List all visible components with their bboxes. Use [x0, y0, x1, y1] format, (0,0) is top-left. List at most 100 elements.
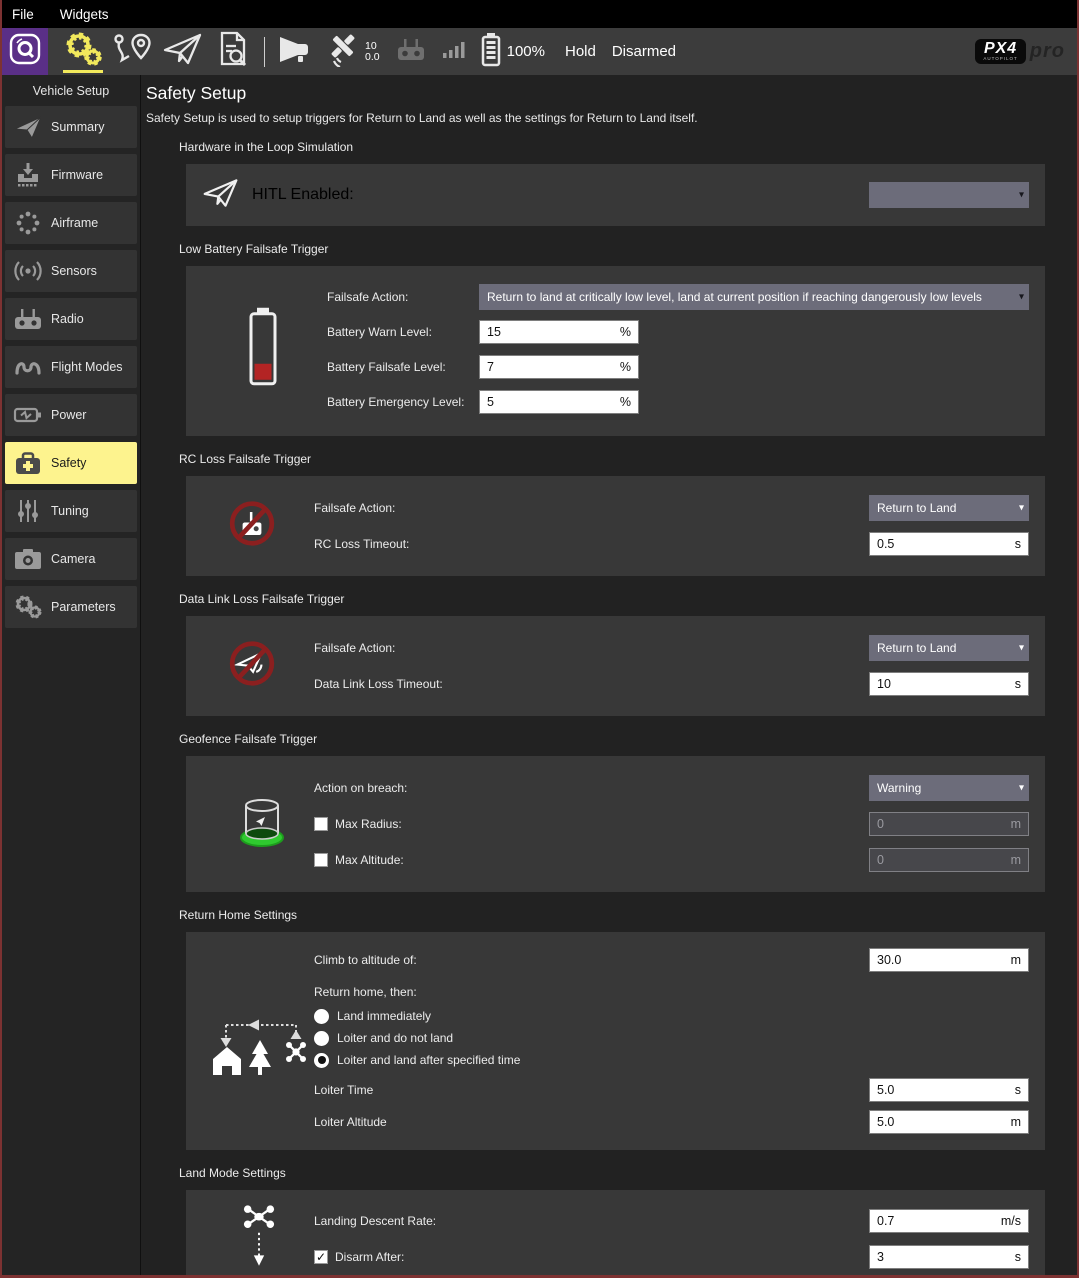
flight-mode-indicator[interactable]: Hold: [565, 43, 596, 60]
chevron-down-icon: ▾: [1019, 292, 1024, 303]
max-altitude-input[interactable]: 0 m: [869, 848, 1029, 872]
section-label-hitl: Hardware in the Loop Simulation: [179, 140, 1077, 154]
summary-plane-icon: [5, 113, 51, 141]
chevron-down-icon: ▾: [1019, 190, 1024, 201]
px4-pro-text: pro: [1030, 40, 1065, 63]
rc-rssi-indicator[interactable]: [394, 34, 428, 69]
camera-icon: [5, 546, 51, 572]
sidebar-title: Vehicle Setup: [2, 75, 140, 106]
radio-loiter-no-land[interactable]: Loiter and do not land: [314, 1027, 1029, 1049]
datalink-timeout-input[interactable]: 10 s: [869, 672, 1029, 696]
sidebar-item-power[interactable]: Power: [5, 394, 137, 436]
toolbar-separator: [264, 37, 265, 67]
battery-failsafe-box: Failsafe Action: Return to land at criti…: [186, 266, 1045, 436]
battery-failsafe-label: Battery Failsafe Level:: [327, 360, 479, 374]
arm-state-indicator[interactable]: Disarmed: [612, 43, 676, 60]
loiter-altitude-label: Loiter Altitude: [314, 1115, 387, 1129]
loiter-time-input[interactable]: 5.0 s: [869, 1078, 1029, 1102]
rc-action-row: Failsafe Action: Return to Land ▾: [314, 490, 1029, 526]
hitl-section-box: HITL Enabled: ▾: [186, 164, 1045, 226]
gps-satellite-count: 10: [365, 41, 380, 52]
hitl-enabled-label: HITL Enabled:: [252, 186, 354, 204]
loiter-altitude-input[interactable]: 5.0 m: [869, 1110, 1029, 1134]
disarm-after-input[interactable]: 3 s: [869, 1245, 1029, 1269]
hitl-enabled-dropdown[interactable]: ▾: [869, 182, 1029, 208]
battery-indicator[interactable]: 100%: [480, 31, 545, 72]
section-label-geofence: Geofence Failsafe Trigger: [179, 732, 1077, 746]
section-label-rc-loss: RC Loss Failsafe Trigger: [179, 452, 1077, 466]
rc-timeout-input[interactable]: 0.5 s: [869, 532, 1029, 556]
sidebar-item-flight-modes[interactable]: Flight Modes: [5, 346, 137, 388]
rc-action-dropdown[interactable]: Return to Land ▾: [869, 495, 1029, 521]
climb-altitude-input[interactable]: 30.0 m: [869, 948, 1029, 972]
datalink-loss-box: Failsafe Action: Return to Land ▾ Data L…: [186, 616, 1045, 716]
geofence-box: Action on breach: Warning ▾ Max Radius: …: [186, 756, 1045, 892]
hitl-plane-icon: [202, 176, 240, 215]
section-label-return-home: Return Home Settings: [179, 908, 1077, 922]
section-label-datalink-loss: Data Link Loss Failsafe Trigger: [179, 592, 1077, 606]
plan-view-button[interactable]: [108, 28, 158, 75]
sidebar-item-tuning[interactable]: Tuning: [5, 490, 137, 532]
telemetry-rssi-indicator[interactable]: [442, 38, 466, 65]
menu-file[interactable]: File: [12, 7, 34, 22]
rc-transmitter-icon: [394, 34, 428, 69]
battery-emergency-row: Battery Emergency Level: 5 %: [327, 386, 1029, 418]
signal-bars-icon: [442, 38, 466, 65]
analyze-view-button[interactable]: [208, 28, 258, 75]
datalink-action-label: Failsafe Action:: [314, 641, 395, 655]
sidebar-item-camera[interactable]: Camera: [5, 538, 137, 580]
chevron-down-icon: ▾: [1019, 783, 1024, 794]
sidebar-item-parameters[interactable]: Parameters: [5, 586, 137, 628]
radio-loiter-land-after-time[interactable]: Loiter and land after specified time: [314, 1049, 1029, 1071]
sidebar-item-sensors[interactable]: Sensors: [5, 250, 137, 292]
disarm-after-checkbox[interactable]: [314, 1250, 328, 1264]
battery-warn-input[interactable]: 15 %: [479, 320, 639, 344]
descent-rate-input[interactable]: 0.7 m/s: [869, 1209, 1029, 1233]
geofence-breach-label: Action on breach:: [314, 781, 407, 795]
landing-drone-icon: [238, 1204, 280, 1275]
px4-logo-subtext: autopilot: [983, 56, 1017, 61]
datalink-action-dropdown[interactable]: Return to Land ▾: [869, 635, 1029, 661]
sidebar-item-summary[interactable]: Summary: [5, 106, 137, 148]
return-home-then-row: Return home, then:: [314, 979, 1029, 1005]
section-label-battery: Low Battery Failsafe Trigger: [179, 242, 1077, 256]
descent-rate-row: Landing Descent Rate: 0.7 m/s: [314, 1203, 1029, 1239]
battery-warn-label: Battery Warn Level:: [327, 325, 479, 339]
sidebar-item-safety[interactable]: Safety: [5, 442, 137, 484]
sidebar-item-firmware[interactable]: Firmware: [5, 154, 137, 196]
sensors-signal-icon: [5, 257, 51, 285]
megaphone-icon: [277, 34, 311, 69]
sidebar-item-radio[interactable]: Radio: [5, 298, 137, 340]
geofence-breach-dropdown[interactable]: Warning ▾: [869, 775, 1029, 801]
battery-emergency-input[interactable]: 5 %: [479, 390, 639, 414]
battery-action-dropdown[interactable]: Return to land at critically low level, …: [479, 284, 1029, 310]
climb-altitude-row: Climb to altitude of: 30.0 m: [314, 947, 1029, 973]
loiter-time-label: Loiter Time: [314, 1083, 373, 1097]
max-radius-checkbox[interactable]: [314, 817, 328, 831]
return-home-icon: [208, 1014, 312, 1083]
rc-action-label: Failsafe Action:: [314, 501, 395, 515]
radio-land-immediately[interactable]: Land immediately: [314, 1005, 1029, 1027]
sidebar-item-airframe[interactable]: Airframe: [5, 202, 137, 244]
max-radius-label: Max Radius:: [335, 817, 402, 831]
gears-icon: [61, 31, 105, 72]
fly-view-button[interactable]: [158, 28, 208, 75]
radio-transmitter-icon: [5, 306, 51, 332]
parameters-gears-icon: [5, 594, 51, 620]
gps-indicator[interactable]: 10 0.0: [325, 31, 380, 72]
battery-failsafe-input[interactable]: 7 %: [479, 355, 639, 379]
max-radius-input[interactable]: 0 m: [869, 812, 1029, 836]
px4-pro-logo: PX4 autopilot pro: [975, 39, 1065, 64]
menu-widgets[interactable]: Widgets: [60, 7, 109, 22]
setup-view-button[interactable]: [58, 28, 108, 75]
qgc-logo-button[interactable]: [2, 28, 48, 75]
low-battery-icon: [244, 306, 282, 393]
page-title: Safety Setup: [146, 83, 1077, 104]
max-altitude-label: Max Altitude:: [335, 853, 404, 867]
safety-firstaid-icon: [5, 449, 51, 477]
rc-loss-box: Failsafe Action: Return to Land ▾ RC Los…: [186, 476, 1045, 576]
firmware-download-icon: [5, 161, 51, 189]
max-altitude-checkbox[interactable]: [314, 853, 328, 867]
document-search-icon: [214, 30, 252, 73]
audio-indicator[interactable]: [277, 34, 311, 69]
